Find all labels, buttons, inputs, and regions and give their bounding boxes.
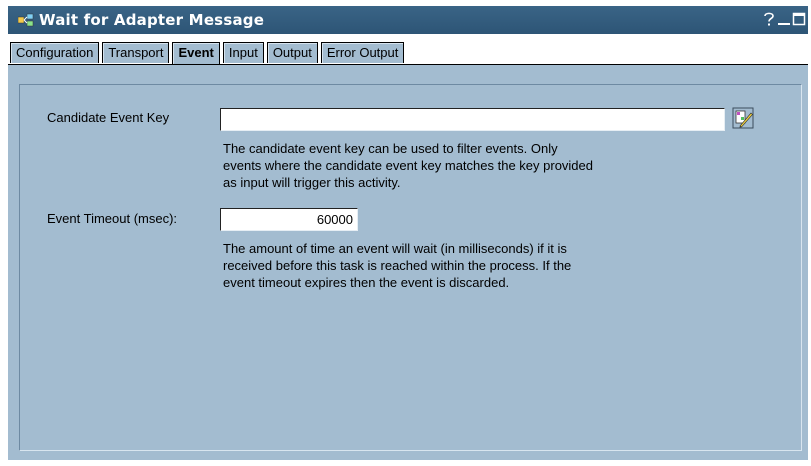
candidate-key-help-line: The candidate event key can be used to f… — [223, 141, 558, 156]
event-timeout-help-line: The amount of time an event will wait (i… — [223, 241, 567, 256]
tab-row: Configuration Transport Event Input Outp… — [10, 42, 407, 64]
edit-picker-icon[interactable] — [732, 107, 754, 129]
candidate-event-key-label: Candidate Event Key — [47, 110, 170, 125]
tab-transport[interactable]: Transport — [102, 42, 170, 63]
tab-event[interactable]: Event — [172, 42, 220, 64]
candidate-key-help-line: events where the candidate event key mat… — [223, 158, 593, 173]
event-timeout-label: Event Timeout (msec): — [47, 211, 178, 226]
event-timeout-help-text: The amount of time an event will wait (i… — [223, 240, 683, 291]
tab-strip: Configuration Transport Event Input Outp… — [8, 34, 808, 71]
candidate-key-help-line: as input will trigger this activity. — [223, 175, 401, 190]
window-title: Wait for Adapter Message — [39, 11, 265, 29]
candidate-event-key-input[interactable] — [220, 108, 725, 131]
event-timeout-input[interactable] — [220, 208, 358, 231]
maximize-icon[interactable] — [790, 10, 808, 28]
event-timeout-help-line: received before this task is reached wit… — [223, 258, 572, 273]
event-timeout-help-line: event timeout expires then the event is … — [223, 275, 510, 290]
tab-input[interactable]: Input — [222, 42, 264, 63]
tab-output[interactable]: Output — [266, 42, 318, 63]
tab-error-output[interactable]: Error Output — [320, 42, 405, 63]
tab-strip-divider — [8, 64, 808, 71]
wait-for-adapter-message-window: Wait for Adapter Message Configuration T… — [8, 6, 808, 460]
title-bar[interactable]: Wait for Adapter Message — [8, 6, 808, 34]
candidate-key-help-text: The candidate event key can be used to f… — [223, 140, 683, 191]
app-icon — [18, 13, 34, 27]
tab-configuration[interactable]: Configuration — [10, 42, 100, 63]
